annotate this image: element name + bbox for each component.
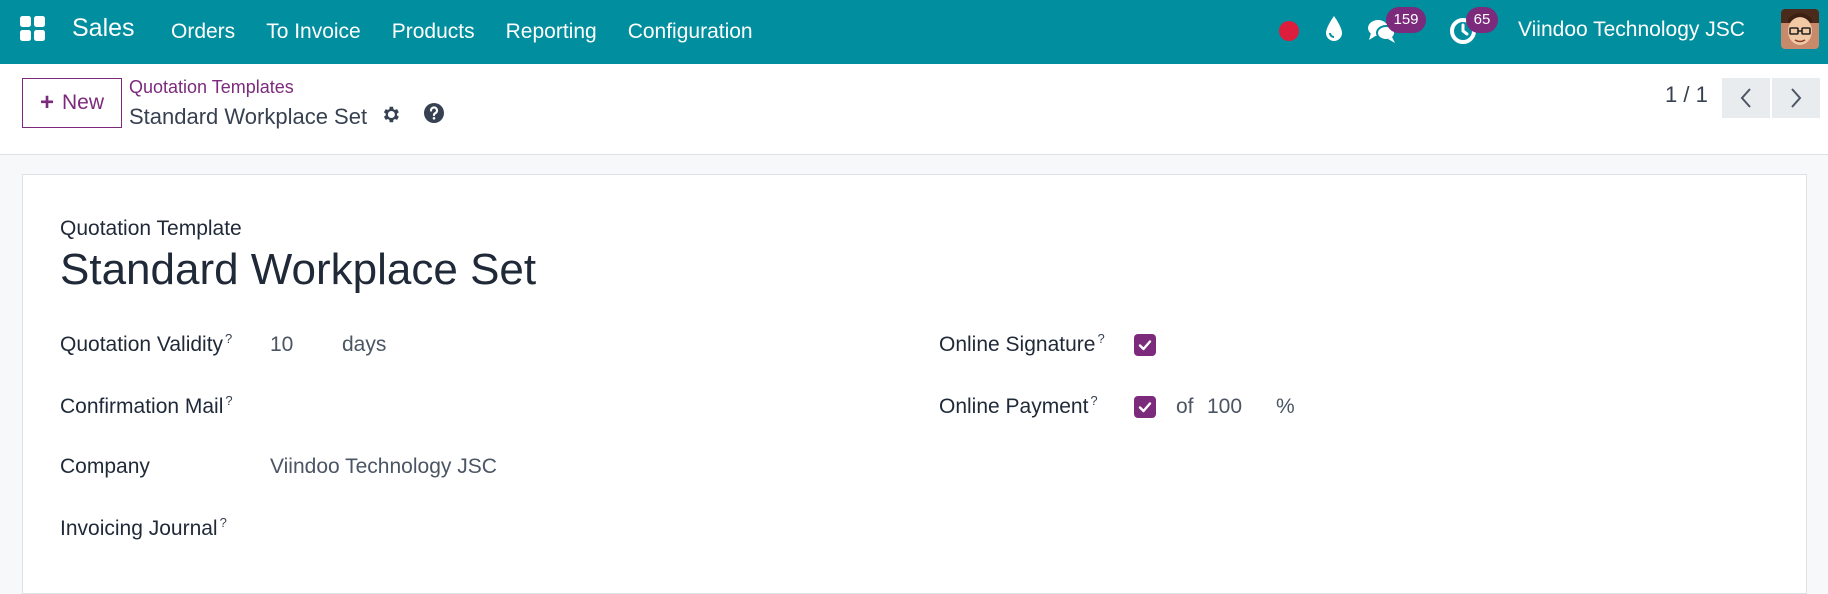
- form-section-label: Quotation Template: [60, 217, 242, 240]
- confirmation-mail-label: Confirmation Mail?: [60, 393, 233, 418]
- company-label: Company: [60, 455, 150, 478]
- control-panel: + New Quotation Templates Standard Workp…: [0, 64, 1828, 155]
- menu-item-products[interactable]: Products: [392, 20, 475, 44]
- pager-next-button[interactable]: [1772, 78, 1820, 118]
- breadcrumb-current: Standard Workplace Set: [129, 104, 368, 129]
- avatar[interactable]: [1781, 9, 1819, 49]
- menu-item-orders[interactable]: Orders: [171, 20, 235, 44]
- online-payment-unit: %: [1276, 395, 1295, 418]
- main-menu: Orders To Invoice Products Reporting Con…: [171, 0, 784, 64]
- top-navbar: Sales Orders To Invoice Products Reporti…: [0, 0, 1828, 64]
- checkmark-icon: [1138, 340, 1152, 351]
- plus-icon: +: [39, 89, 54, 116]
- quotation-validity-unit: days: [342, 333, 387, 356]
- gear-icon[interactable]: [380, 104, 401, 125]
- company-input[interactable]: Viindoo Technology JSC: [270, 455, 497, 479]
- quotation-validity-input[interactable]: 10: [270, 333, 293, 357]
- pager-value[interactable]: 1 / 1: [1665, 82, 1708, 108]
- confirmation-mail-input[interactable]: [270, 393, 870, 421]
- template-name-field[interactable]: Standard Workplace Set: [60, 245, 536, 295]
- checkmark-icon: [1138, 402, 1152, 413]
- breadcrumb-parent[interactable]: Quotation Templates: [129, 77, 294, 98]
- help-tooltip-icon[interactable]: ?: [225, 393, 232, 408]
- drop-icon[interactable]: [1324, 15, 1344, 43]
- online-payment-prefix: of: [1176, 395, 1194, 418]
- chevron-right-icon: [1791, 88, 1802, 108]
- online-payment-label: Online Payment?: [939, 393, 1098, 418]
- menu-item-reporting[interactable]: Reporting: [506, 20, 597, 44]
- form-sheet: Quotation Template Standard Workplace Se…: [22, 174, 1807, 594]
- online-signature-checkbox[interactable]: [1134, 334, 1156, 356]
- new-button-label: New: [62, 91, 105, 114]
- online-payment-checkbox[interactable]: [1134, 396, 1156, 418]
- quotation-validity-label: Quotation Validity?: [60, 331, 233, 356]
- company-switcher[interactable]: Viindoo Technology JSC: [1518, 18, 1745, 42]
- help-tooltip-icon[interactable]: ?: [1097, 331, 1104, 346]
- app-brand[interactable]: Sales: [72, 14, 135, 43]
- chevron-left-icon: [1740, 88, 1751, 108]
- help-icon[interactable]: [423, 102, 445, 124]
- invoicing-journal-label: Invoicing Journal?: [60, 515, 227, 540]
- new-button[interactable]: + New: [22, 78, 122, 128]
- record-icon[interactable]: [1279, 21, 1299, 41]
- help-tooltip-icon[interactable]: ?: [220, 515, 227, 530]
- pager-previous-button[interactable]: [1722, 78, 1770, 118]
- online-payment-percent-input[interactable]: 100: [1207, 395, 1242, 419]
- chat-count-badge: 159: [1386, 7, 1426, 33]
- help-tooltip-icon[interactable]: ?: [1090, 393, 1097, 408]
- online-signature-label: Online Signature?: [939, 331, 1105, 356]
- menu-item-configuration[interactable]: Configuration: [628, 20, 753, 44]
- apps-icon[interactable]: [20, 16, 46, 42]
- invoicing-journal-input[interactable]: [270, 517, 870, 545]
- help-tooltip-icon[interactable]: ?: [225, 331, 232, 346]
- activity-count-badge: 65: [1466, 7, 1498, 33]
- menu-item-to-invoice[interactable]: To Invoice: [266, 20, 361, 44]
